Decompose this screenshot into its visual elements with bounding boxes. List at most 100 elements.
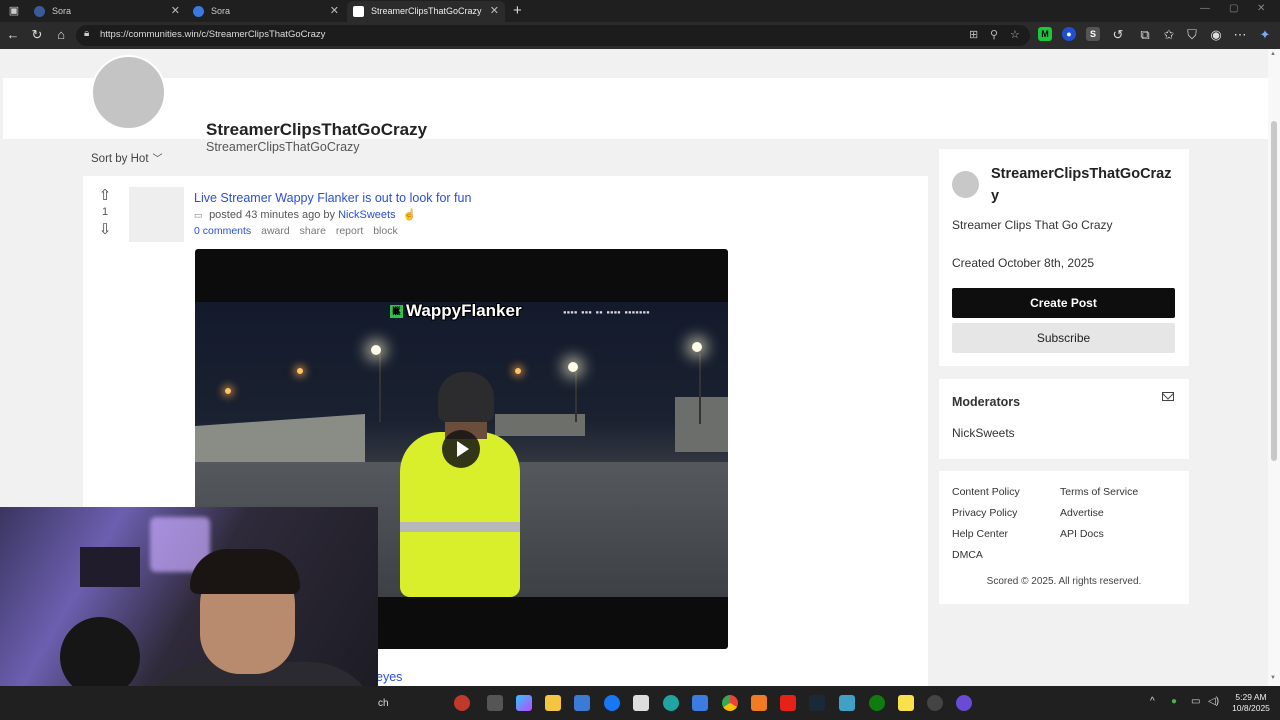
favorite-star-icon[interactable]: ☆: [1010, 28, 1020, 41]
subscribe-button[interactable]: Subscribe: [952, 323, 1175, 353]
create-post-button[interactable]: Create Post: [952, 288, 1175, 318]
content-policy-link[interactable]: Content Policy: [952, 486, 1020, 498]
close-tab-icon[interactable]: ✕: [330, 1, 339, 21]
scrollbar-thumb[interactable]: [1271, 121, 1277, 461]
moderators-title: Moderators: [952, 395, 1021, 409]
sticky-notes-icon[interactable]: [898, 695, 914, 711]
video-scene-building: [675, 397, 728, 452]
privacy-policy-link[interactable]: Privacy Policy: [952, 507, 1017, 519]
taskbar-app-icon[interactable]: [956, 695, 972, 711]
network-icon[interactable]: ▭: [1191, 696, 1200, 707]
lamp-pole: [379, 352, 381, 422]
next-post-title-link[interactable]: eyes: [376, 670, 402, 684]
scroll-up-icon[interactable]: ▲: [1270, 51, 1276, 57]
file-explorer-icon[interactable]: [545, 695, 561, 711]
facebook-icon[interactable]: [604, 695, 620, 711]
lamp-pole: [699, 354, 701, 424]
sidebar-community-name: StreamerClipsThatGoCrazy: [991, 166, 1172, 204]
edge-icon[interactable]: [663, 695, 679, 711]
share-link[interactable]: share: [300, 225, 326, 237]
downvote-icon[interactable]: ⇩: [97, 222, 113, 238]
address-bar-row: ← ↻ ⌂ 🔒︎ https://communities.win/c/Strea…: [0, 22, 1280, 49]
extension-s-icon[interactable]: S: [1086, 27, 1100, 41]
video-camera-icon: ▭: [194, 210, 203, 220]
webcam-person-hair: [190, 549, 300, 594]
minimize-icon[interactable]: —: [1200, 3, 1210, 14]
footer-links-card: Content Policy Terms of Service Privacy …: [939, 471, 1189, 604]
sort-label: Sort by Hot: [91, 153, 149, 165]
split-screen-icon[interactable]: ⧉: [1137, 27, 1153, 43]
post-title-link[interactable]: Live Streamer Wappy Flanker is out to lo…: [194, 191, 471, 205]
browser-tab-strip: ▣ Sora ✕ Sora ✕ StreamerClipsThatGoCrazy…: [0, 0, 1280, 22]
chevron-down-icon: ﹀: [152, 154, 163, 165]
post-thumbnail[interactable]: [129, 187, 184, 242]
award-link[interactable]: award: [261, 225, 290, 237]
extension-circle-icon[interactable]: ●: [1062, 27, 1076, 41]
url-field[interactable]: 🔒︎ https://communities.win/c/StreamerCli…: [76, 25, 1030, 46]
zoom-icon[interactable]: ⚲: [990, 28, 998, 41]
extension-m-icon[interactable]: M: [1038, 27, 1052, 41]
steam-icon[interactable]: [809, 695, 825, 711]
post-author-link[interactable]: NickSweets: [338, 209, 395, 221]
youtube-icon[interactable]: [780, 695, 796, 711]
block-link[interactable]: block: [373, 225, 398, 237]
maximize-icon[interactable]: ▢: [1229, 3, 1238, 14]
scroll-down-icon[interactable]: ▼: [1270, 675, 1276, 681]
sora-favicon-icon: [193, 6, 204, 17]
terms-of-service-link[interactable]: Terms of Service: [1060, 486, 1138, 498]
extension-sync-icon[interactable]: ↺: [1110, 27, 1126, 43]
vlc-icon[interactable]: [751, 695, 767, 711]
url-text: https://communities.win/c/StreamerClipsT…: [100, 29, 326, 40]
back-icon[interactable]: ←: [5, 27, 21, 43]
copilot-icon[interactable]: ✦: [1257, 27, 1273, 43]
taskbar-clock[interactable]: 5:29 AM 10/8/2025: [1228, 692, 1274, 714]
new-tab-icon[interactable]: +: [513, 1, 522, 21]
tab-label: Sora: [211, 6, 231, 16]
help-center-link[interactable]: Help Center: [952, 528, 1008, 540]
microphone-icon[interactable]: ●: [1171, 696, 1177, 707]
community-avatar: [91, 55, 166, 130]
copilot-app-icon[interactable]: [516, 695, 532, 711]
obs-icon[interactable]: [927, 695, 943, 711]
close-window-icon[interactable]: ✕: [1257, 3, 1265, 14]
tab-sora-2[interactable]: Sora ✕: [187, 1, 345, 22]
sort-dropdown[interactable]: Sort by Hot ﹀: [91, 150, 163, 165]
taskbar-app-icon[interactable]: [454, 695, 470, 711]
site-info-icon[interactable]: 🔒︎: [84, 28, 89, 39]
home-icon[interactable]: ⌂: [53, 27, 69, 43]
moderator-link[interactable]: NickSweets: [952, 426, 1015, 440]
comments-link[interactable]: 0 comments: [194, 225, 251, 237]
task-view-icon[interactable]: [487, 695, 503, 711]
amazon-icon[interactable]: [633, 695, 649, 711]
upvote-icon[interactable]: ⇧: [97, 188, 113, 204]
app-available-icon[interactable]: ⊞: [969, 28, 978, 41]
refresh-icon[interactable]: ↻: [29, 27, 45, 43]
chrome-icon[interactable]: [722, 695, 738, 711]
more-menu-icon[interactable]: ⋯: [1232, 27, 1248, 43]
profile-avatar-icon[interactable]: ◉: [1208, 27, 1224, 43]
tab-actions-icon[interactable]: ▣: [6, 3, 22, 19]
browser-essentials-icon[interactable]: ⛉: [1184, 27, 1200, 43]
street-lamp: [225, 388, 231, 394]
tab-sora-1[interactable]: Sora ✕: [28, 1, 186, 22]
advertise-link[interactable]: Advertise: [1060, 507, 1104, 519]
show-hidden-icons-icon[interactable]: ^: [1150, 696, 1155, 707]
store-icon[interactable]: [574, 695, 590, 711]
report-link[interactable]: report: [336, 225, 363, 237]
page-scrollbar[interactable]: ▲ ▼: [1268, 49, 1280, 686]
post-meta: ▭ posted 43 minutes ago by NickSweets ☝: [194, 208, 416, 221]
tab-streamerclips[interactable]: StreamerClipsThatGoCrazy ✕: [347, 1, 505, 22]
webcam-microphone: [60, 617, 140, 697]
close-tab-icon[interactable]: ✕: [490, 1, 499, 21]
calculator-icon[interactable]: [692, 695, 708, 711]
api-docs-link[interactable]: API Docs: [1060, 528, 1104, 540]
play-button-icon[interactable]: [442, 430, 480, 468]
xbox-icon[interactable]: [869, 695, 885, 711]
volume-icon[interactable]: ◁): [1208, 696, 1219, 707]
favorites-icon[interactable]: ✩: [1161, 27, 1177, 43]
dmca-link[interactable]: DMCA: [952, 549, 983, 561]
taskbar-app-icon[interactable]: [839, 695, 855, 711]
video-person-hat: [438, 372, 494, 422]
message-mods-icon[interactable]: [1162, 392, 1174, 401]
close-tab-icon[interactable]: ✕: [171, 1, 180, 21]
